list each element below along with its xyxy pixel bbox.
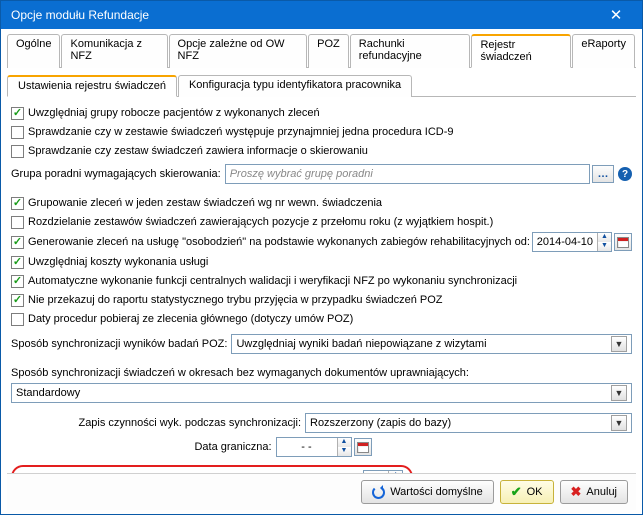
date-rehab-down[interactable]: ▼ [597,242,611,251]
combo-sync-poz[interactable]: Uwzględniaj wyniki badań niepowiązane z … [231,334,632,354]
combo-sync-poz-text: Uwzględniaj wyniki badań niepowiązane z … [236,338,609,350]
tab-ogolne[interactable]: Ogólne [7,34,60,68]
content-area: Ogólne Komunikacja z NFZ Opcje zależne o… [1,29,642,514]
defaults-button[interactable]: Wartości domyślne [361,480,494,504]
label-grupa-poradni: Grupa poradni wymagających skierowania: [11,168,221,180]
date-rehab-value: 2014-04-10 [533,236,597,248]
highlight-wstecz: Do ilu dni wstecz szukać skreślenia z ko… [11,465,413,473]
calendar-icon [617,237,629,248]
label-sprawdzanie-icd9: Sprawdzanie czy w zestawie świadczeń wys… [28,126,454,138]
checkbox-grupy-robocze[interactable] [11,107,24,120]
tab-komunikacja-nfz[interactable]: Komunikacja z NFZ [61,34,167,68]
help-icon[interactable]: ? [618,167,632,181]
checkbox-auto-weryfikacja[interactable] [11,275,24,288]
label-sync-poz: Sposób synchronizacji wyników badań POZ: [11,338,227,350]
label-rozdzielanie-zestawow: Rozdzielanie zestawów świadczeń zawieraj… [28,216,493,228]
subtab-ustawienia[interactable]: Ustawienia rejestru świadczeń [7,75,177,97]
combo-zapis-text: Rozszerzony (zapis do bazy) [310,417,609,429]
calendar-rehab-button[interactable] [614,233,632,251]
checkbox-daty-procedur[interactable] [11,313,24,326]
close-icon: ✕ [610,6,623,24]
check-icon: ✔ [511,484,522,500]
label-daty-procedur: Daty procedur pobieraj ze zlecenia główn… [28,313,353,325]
sub-tabstrip: Ustawienia rejestru świadczeń Konfigurac… [7,74,636,97]
calendar-graniczna-button[interactable] [354,438,372,456]
tab-opcje-owNFZ[interactable]: Opcje zależne od OW NFZ [169,34,308,68]
date-graniczna[interactable]: - - ▲ ▼ [276,437,352,457]
checkbox-koszty-uslugi[interactable] [11,256,24,269]
tab-poz[interactable]: POZ [308,34,349,68]
ok-button[interactable]: ✔ OK [500,480,554,504]
label-auto-weryfikacja: Automatyczne wykonanie funkcji centralny… [28,275,517,287]
label-data-graniczna: Data graniczna: [11,441,272,453]
checkbox-sprawdzanie-skierowanie[interactable] [11,145,24,158]
label-generowanie-osobodzien: Generowanie zleceń na usługę "osobodzień… [28,236,530,248]
checkbox-generowanie-osobodzien[interactable] [11,236,24,249]
defaults-button-label: Wartości domyślne [390,486,483,498]
label-zapis: Zapis czynności wyk. podczas synchroniza… [11,417,301,429]
checkbox-rozdzielanie-zestawow[interactable] [11,216,24,229]
date-rehab-up[interactable]: ▲ [597,233,611,242]
combo-zapis[interactable]: Rozszerzony (zapis do bazy) ▼ [305,413,632,433]
date-graniczna-up[interactable]: ▲ [337,438,351,447]
cancel-button[interactable]: ✖ Anuluj [560,480,628,504]
combo-grupa-poradni-text: Proszę wybrać grupę poradni [230,168,585,180]
chevron-down-icon: ▼ [611,336,627,352]
label-koszty-uslugi: Uwzględniaj koszty wykonania usługi [28,256,208,268]
cancel-icon: ✖ [571,484,582,500]
label-grupy-robocze: Uwzględniaj grupy robocze pacjentów z wy… [28,107,320,119]
label-sprawdzanie-skierowanie: Sprawdzanie czy zestaw świadczeń zawiera… [28,145,368,157]
refresh-icon [372,486,385,499]
label-sync-okresy: Sposób synchronizacji świadczeń w okresa… [11,367,469,379]
cancel-button-label: Anuluj [586,486,617,498]
combo-sync-okresy[interactable]: Standardowy ▼ [11,383,632,403]
chevron-down-icon: ▼ [611,385,627,401]
titlebar: Opcje modułu Refundacje ✕ [1,1,642,29]
chevron-down-icon: ▼ [611,415,627,431]
window-root: Opcje modułu Refundacje ✕ Ogólne Komunik… [0,0,643,515]
ok-button-label: OK [527,486,543,498]
subtab-konfiguracja-identyfikatora[interactable]: Konfiguracja typu identyfikatora pracown… [178,75,412,97]
label-grupowanie-zlecen: Grupowanie zleceń w jeden zestaw świadcz… [28,197,382,209]
date-graniczna-value: - - [277,441,337,453]
tab-rejestr-swiadczen[interactable]: Rejestr świadczeń [471,34,571,68]
close-button[interactable]: ✕ [596,4,636,26]
combo-grupa-poradni[interactable]: Proszę wybrać grupę poradni [225,164,590,184]
form-area: Uwzględniaj grupy robocze pacjentów z wy… [7,97,636,473]
calendar-icon [357,442,369,453]
top-tabstrip: Ogólne Komunikacja z NFZ Opcje zależne o… [7,33,636,68]
tab-rachunki[interactable]: Rachunki refundacyjne [350,34,471,68]
date-graniczna-down[interactable]: ▼ [337,447,351,456]
checkbox-sprawdzanie-icd9[interactable] [11,126,24,139]
lookup-grupa-poradni-button[interactable]: … [592,165,614,183]
combo-sync-okresy-text: Standardowy [16,387,609,399]
date-rehab[interactable]: 2014-04-10 ▲ ▼ [532,232,612,252]
checkbox-grupowanie-zlecen[interactable] [11,197,24,210]
label-nie-przekazuj-poz: Nie przekazuj do raportu statystycznego … [28,294,443,306]
tab-eraporty[interactable]: eRaporty [572,34,635,68]
button-bar: Wartości domyślne ✔ OK ✖ Anuluj [7,473,636,510]
window-title: Opcje modułu Refundacje [11,8,596,22]
checkbox-nie-przekazuj-poz[interactable] [11,294,24,307]
